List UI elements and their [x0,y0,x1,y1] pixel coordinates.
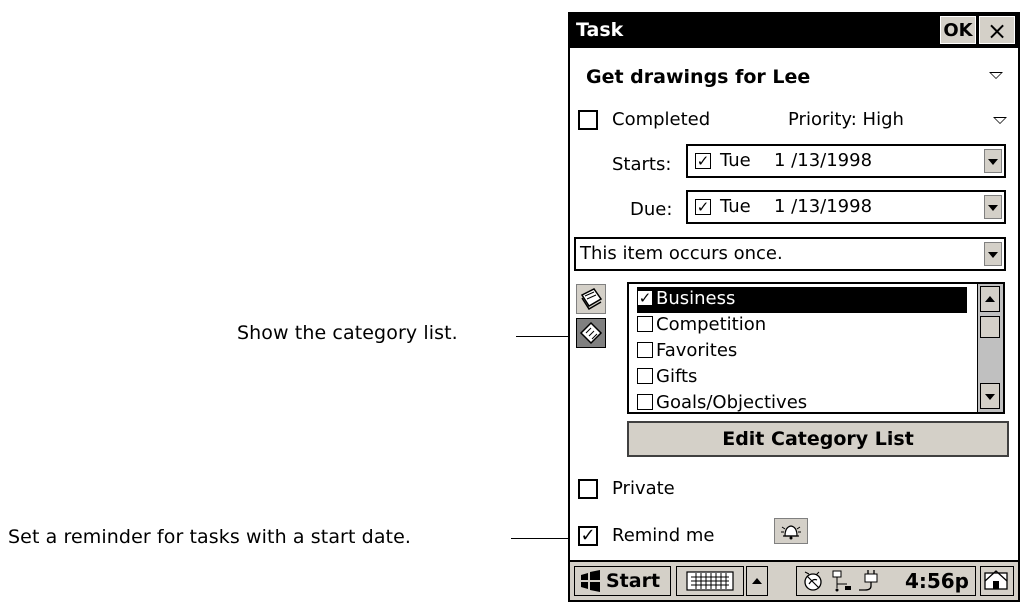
scroll-thumb[interactable] [980,316,1000,338]
scroll-up-button[interactable] [980,286,1000,312]
callout-category-text: Show the category list. [237,322,458,344]
remind-me-label: Remind me [612,525,715,546]
recurrence-select[interactable]: This item occurs once. [574,237,1006,271]
notes-tab-icon[interactable] [576,284,606,314]
category-checkbox[interactable] [637,342,653,358]
due-day: Tue [720,196,751,217]
start-label: Start [606,570,661,592]
category-label: Goals/Objectives [656,392,808,413]
priority-label[interactable]: Priority: High [788,109,904,131]
due-enabled-checkbox[interactable]: ✓ [695,199,711,215]
category-checkbox[interactable] [637,316,653,332]
remind-me-checkbox[interactable]: ✓ [578,526,598,546]
start-button[interactable]: Start [574,566,671,596]
category-checkbox[interactable]: ✓ [637,290,653,306]
due-label: Due: [630,199,673,220]
chevron-down-icon [988,205,998,211]
arrow-down-icon [985,394,995,400]
system-tray: 4:56p [796,566,976,596]
due-date-picker[interactable]: ✓ Tue 1 /13/1998 [686,190,1006,224]
scroll-down-button[interactable] [980,383,1000,409]
clock[interactable]: 4:56p [905,567,969,595]
starts-enabled-checkbox[interactable]: ✓ [695,153,711,169]
starts-date-picker[interactable]: ✓ Tue 1 /13/1998 [686,144,1006,178]
desktop-icon [984,570,1008,590]
category-scrollbar[interactable] [977,284,1003,412]
due-dropdown-button[interactable] [984,195,1002,219]
category-checkbox[interactable] [637,394,653,410]
category-label: Business [656,288,736,309]
priority-dropdown-icon[interactable] [993,117,1007,124]
window-title: Task [576,19,624,41]
subject-dropdown-icon[interactable] [989,72,1003,79]
desktop-button[interactable] [980,566,1014,596]
task-subject[interactable]: Get drawings for Lee [586,66,810,88]
windows-logo-icon [581,570,600,592]
starts-date: 1 /13/1998 [774,150,873,171]
keyboard-button[interactable] [676,566,744,596]
close-button[interactable]: × [979,16,1015,45]
starts-day: Tue [720,150,751,171]
connection-icon[interactable] [801,568,827,594]
power-plug-icon[interactable] [857,568,883,594]
callout-category-line [516,336,572,337]
starts-label: Starts: [612,154,672,175]
recurrence-dropdown-button[interactable] [984,242,1002,266]
category-item-business[interactable]: ✓ Business [637,287,967,313]
taskbar: Start 4:56p [570,560,1018,600]
ok-button[interactable]: OK [940,16,976,44]
reminder-options-button[interactable] [774,518,808,544]
input-panel-toggle[interactable] [746,566,768,596]
category-list-icon[interactable] [576,318,606,348]
arrow-up-icon [985,296,995,302]
private-label: Private [612,478,675,499]
category-list[interactable]: ✓ Business Competition Favorites Gifts G… [627,282,1005,414]
chevron-down-icon [988,159,998,165]
chevron-down-icon [988,252,998,258]
starts-dropdown-button[interactable] [984,149,1002,173]
callout-reminder-text: Set a reminder for tasks with a start da… [8,526,412,548]
completed-checkbox[interactable] [578,110,598,130]
category-checkbox[interactable] [637,368,653,384]
category-label: Competition [656,314,767,335]
network-icon[interactable] [829,568,855,594]
category-label: Gifts [656,366,698,387]
due-date: 1 /13/1998 [774,196,873,217]
recurrence-value: This item occurs once. [580,243,783,264]
edit-category-list-button[interactable]: Edit Category List [627,421,1009,457]
task-window: Task OK × Get drawings for Lee Completed… [568,12,1020,602]
private-checkbox[interactable] [578,479,598,499]
title-bar: Task OK × [570,12,1018,48]
completed-label: Completed [612,109,711,130]
alarm-bell-icon [781,525,801,540]
category-label: Favorites [656,340,738,361]
callout-reminder-line [511,538,575,539]
keyboard-icon [686,571,734,591]
up-arrow-icon [752,578,762,584]
